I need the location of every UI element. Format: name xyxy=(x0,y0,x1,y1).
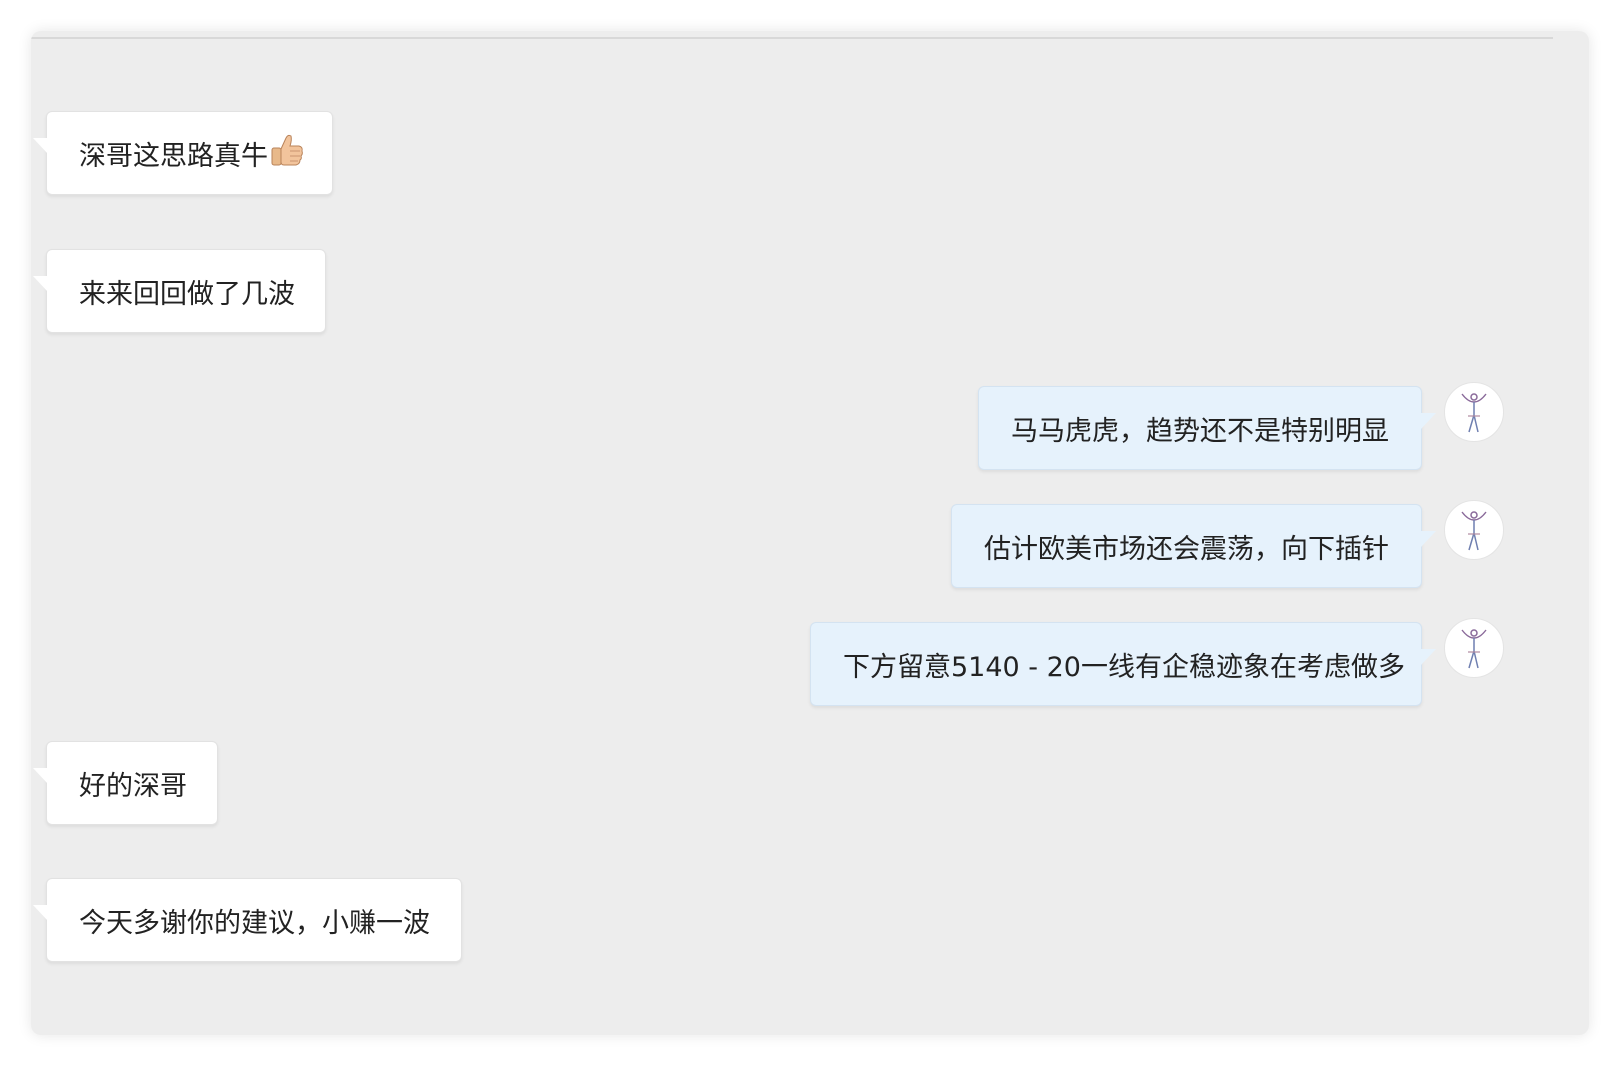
message-text: 下方留意5140 - 20一线有企稳迹象在考虑做多 xyxy=(843,651,1405,683)
incoming-message-bubble[interactable]: 来来回回做了几波 xyxy=(33,249,326,333)
outgoing-message-bubble[interactable]: 估计欧美市场还会震荡，向下插针 xyxy=(951,504,1436,588)
chat-panel: 深哥这思路真牛 来来回回做了几波 马马虎虎，趋势还不是特别明显 估计欧美市场还会… xyxy=(31,31,1589,1035)
person-figure-icon xyxy=(1461,393,1487,433)
divider xyxy=(31,37,1553,39)
incoming-message-bubble[interactable]: 好的深哥 xyxy=(33,741,218,825)
message-text: 来来回回做了几波 xyxy=(79,278,295,310)
avatar[interactable] xyxy=(1444,618,1504,678)
message-text: 马马虎虎，趋势还不是特别明显 xyxy=(1011,415,1389,447)
incoming-message-bubble[interactable]: 深哥这思路真牛 xyxy=(33,111,333,195)
message-text: 深哥这思路真牛 xyxy=(79,140,268,172)
person-figure-icon xyxy=(1461,629,1487,669)
avatar[interactable] xyxy=(1444,500,1504,560)
outgoing-message-bubble[interactable]: 下方留意5140 - 20一线有企稳迹象在考虑做多 xyxy=(810,622,1436,706)
outgoing-message-bubble[interactable]: 马马虎虎，趋势还不是特别明显 xyxy=(978,386,1436,470)
message-text: 好的深哥 xyxy=(79,770,187,802)
person-figure-icon xyxy=(1461,511,1487,551)
message-text: 今天多谢你的建议，小赚一波 xyxy=(79,907,430,939)
avatar[interactable] xyxy=(1444,382,1504,442)
message-text: 估计欧美市场还会震荡，向下插针 xyxy=(984,533,1389,565)
thumbs-up-icon xyxy=(270,132,304,175)
incoming-message-bubble[interactable]: 今天多谢你的建议，小赚一波 xyxy=(33,878,462,962)
